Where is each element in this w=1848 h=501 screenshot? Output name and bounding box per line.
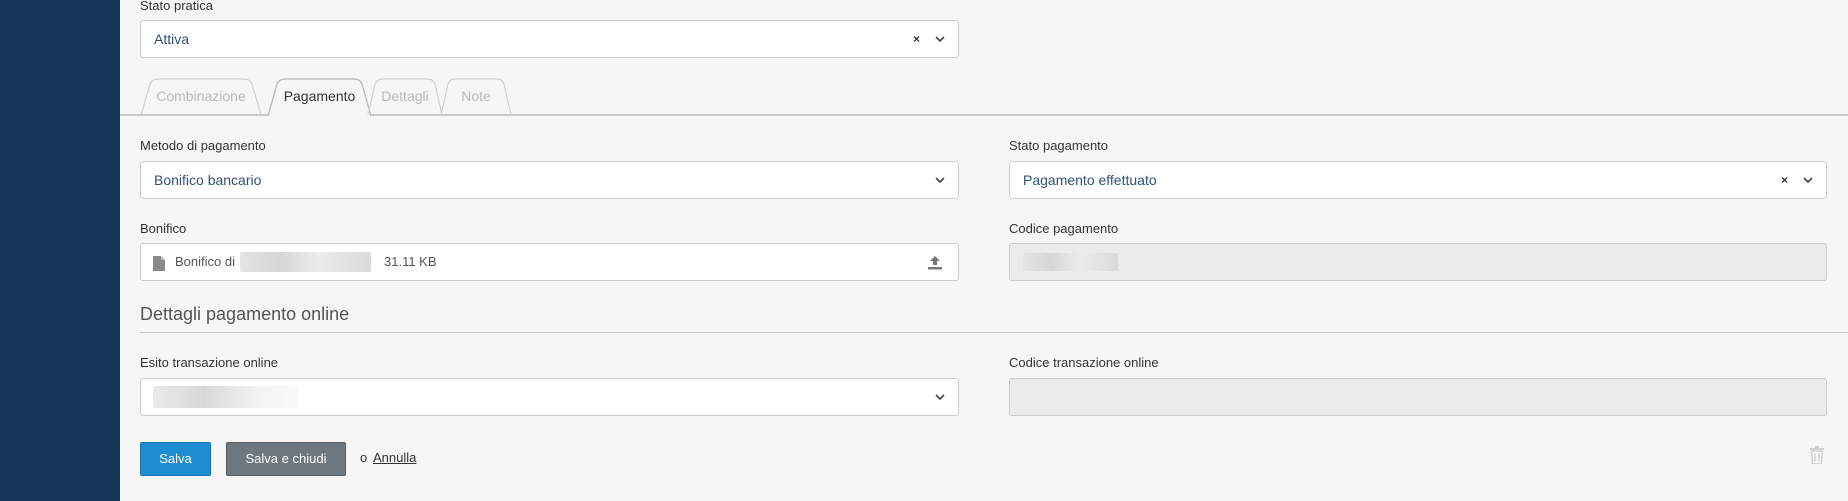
stato-pagamento-select[interactable]: Pagamento effettuato ×: [1009, 161, 1827, 199]
tab-pagamento[interactable]: Pagamento: [267, 78, 372, 116]
chevron-down-icon[interactable]: [934, 33, 946, 45]
redacted-code: [1023, 253, 1118, 271]
bonifico-file-size: 31.11 KB: [384, 254, 437, 269]
trash-icon[interactable]: [1810, 446, 1824, 464]
tab-combinazione[interactable]: Combinazione: [140, 78, 262, 116]
section-divider: [140, 332, 1848, 333]
codice-transazione-label: Codice transazione online: [1009, 355, 1159, 370]
tab-pagamento-label: Pagamento: [283, 88, 356, 104]
cancel-link[interactable]: Annulla: [373, 450, 416, 465]
metodo-pagamento-select[interactable]: Bonifico bancario: [140, 161, 959, 199]
sidebar: [0, 0, 120, 501]
tab-note-label: Note: [461, 88, 491, 104]
main-content: Stato pratica Attiva × Combinazione Paga…: [120, 0, 1848, 501]
bonifico-file-prefix: Bonifico di: [175, 254, 235, 269]
tab-dettagli-label: Dettagli: [381, 88, 429, 104]
save-close-button[interactable]: Salva e chiudi: [226, 442, 346, 476]
upload-icon[interactable]: [928, 255, 942, 270]
stato-pratica-value: Attiva: [154, 31, 190, 47]
tab-dettagli[interactable]: Dettagli: [367, 78, 443, 116]
metodo-pagamento-label: Metodo di pagamento: [140, 138, 266, 153]
or-text: o: [360, 450, 368, 465]
codice-pagamento-field: [1009, 243, 1827, 281]
tab-combinazione-label: Combinazione: [156, 88, 246, 104]
tab-note[interactable]: Note: [440, 78, 512, 116]
online-section-title: Dettagli pagamento online: [140, 304, 350, 324]
esito-transazione-label: Esito transazione online: [140, 355, 279, 370]
codice-transazione-field: [1009, 378, 1827, 416]
bonifico-label: Bonifico: [140, 221, 187, 236]
redacted-filename: [240, 252, 371, 272]
clear-icon[interactable]: ×: [1781, 173, 1788, 187]
file-icon: [153, 256, 165, 271]
stato-pagamento-label: Stato pagamento: [1009, 138, 1109, 153]
metodo-pagamento-value: Bonifico bancario: [154, 172, 262, 188]
redacted-esito: [153, 386, 299, 408]
chevron-down-icon[interactable]: [1802, 174, 1814, 186]
stato-pagamento-value: Pagamento effettuato: [1023, 172, 1157, 188]
chevron-down-icon[interactable]: [934, 174, 946, 186]
stato-pratica-label: Stato pratica: [140, 0, 213, 13]
stato-pratica-select[interactable]: Attiva ×: [140, 20, 959, 58]
chevron-down-icon[interactable]: [934, 391, 946, 403]
codice-pagamento-label: Codice pagamento: [1009, 221, 1119, 236]
esito-transazione-select[interactable]: [140, 378, 959, 416]
clear-icon[interactable]: ×: [913, 32, 920, 46]
bonifico-file-field[interactable]: Bonifico di 31.11 KB: [140, 243, 959, 281]
save-button[interactable]: Salva: [140, 442, 211, 476]
